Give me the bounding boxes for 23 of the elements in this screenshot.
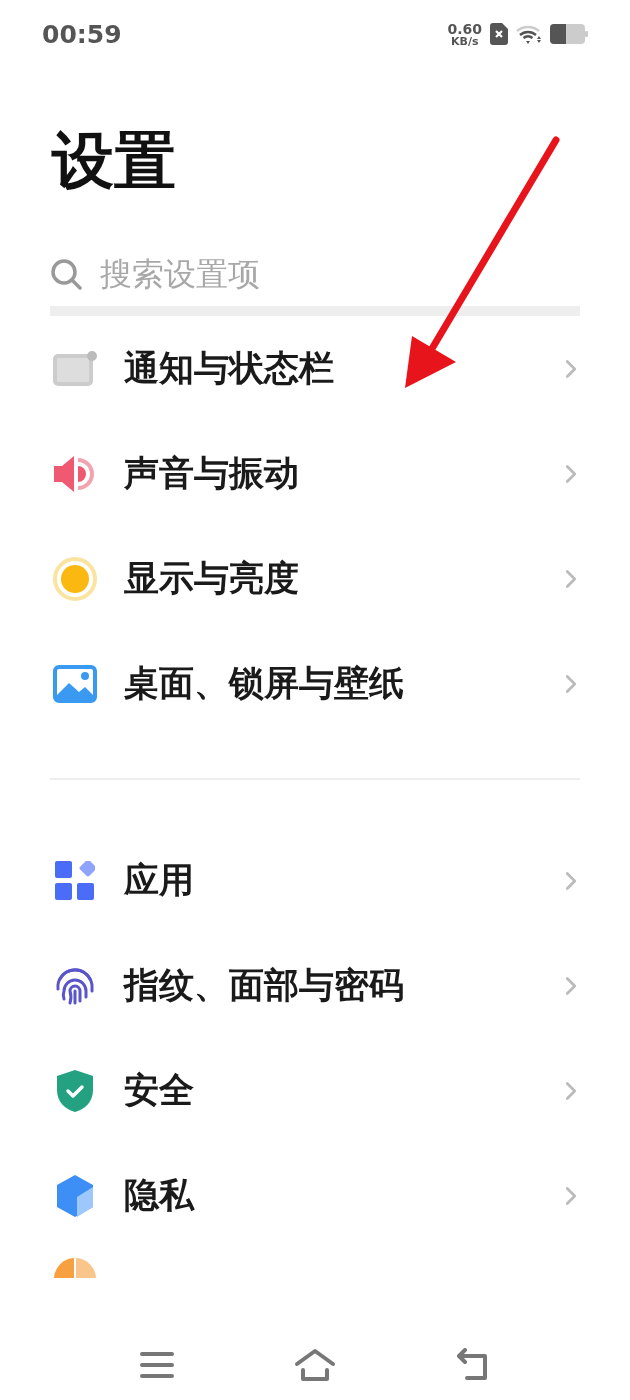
search-icon <box>50 258 82 290</box>
wifi-icon <box>516 24 542 44</box>
shield-check-icon <box>55 1068 95 1113</box>
page-title: 设置 <box>52 130 177 192</box>
image-icon <box>53 664 97 703</box>
network-speed-unit: KB/s <box>451 35 479 47</box>
settings-item[interactable]: 显示与亮度 <box>0 526 630 631</box>
settings-item[interactable]: 安全 <box>0 1038 630 1143</box>
half-circle-icon <box>52 1256 98 1278</box>
network-speed: 0.60 <box>447 21 482 36</box>
no-sim-icon <box>490 23 508 45</box>
settings-item[interactable]: 隐私 <box>0 1143 630 1248</box>
settings-item[interactable]: 通知与状态栏 <box>0 316 630 421</box>
apps-icon <box>55 860 95 901</box>
search-field[interactable]: 搜索设置项 <box>100 255 460 293</box>
settings-item[interactable]: 指纹、面部与密码 <box>0 933 630 1038</box>
sun-icon <box>52 555 98 602</box>
clock-time: 00:59 <box>42 19 122 49</box>
battery-icon <box>550 24 588 44</box>
cube-icon <box>55 1173 95 1218</box>
settings-item[interactable]: 声音与振动 <box>0 421 630 526</box>
settings-item[interactable]: 应用 <box>0 828 630 933</box>
settings-item[interactable]: 桌面、锁屏与壁纸 <box>0 631 630 736</box>
